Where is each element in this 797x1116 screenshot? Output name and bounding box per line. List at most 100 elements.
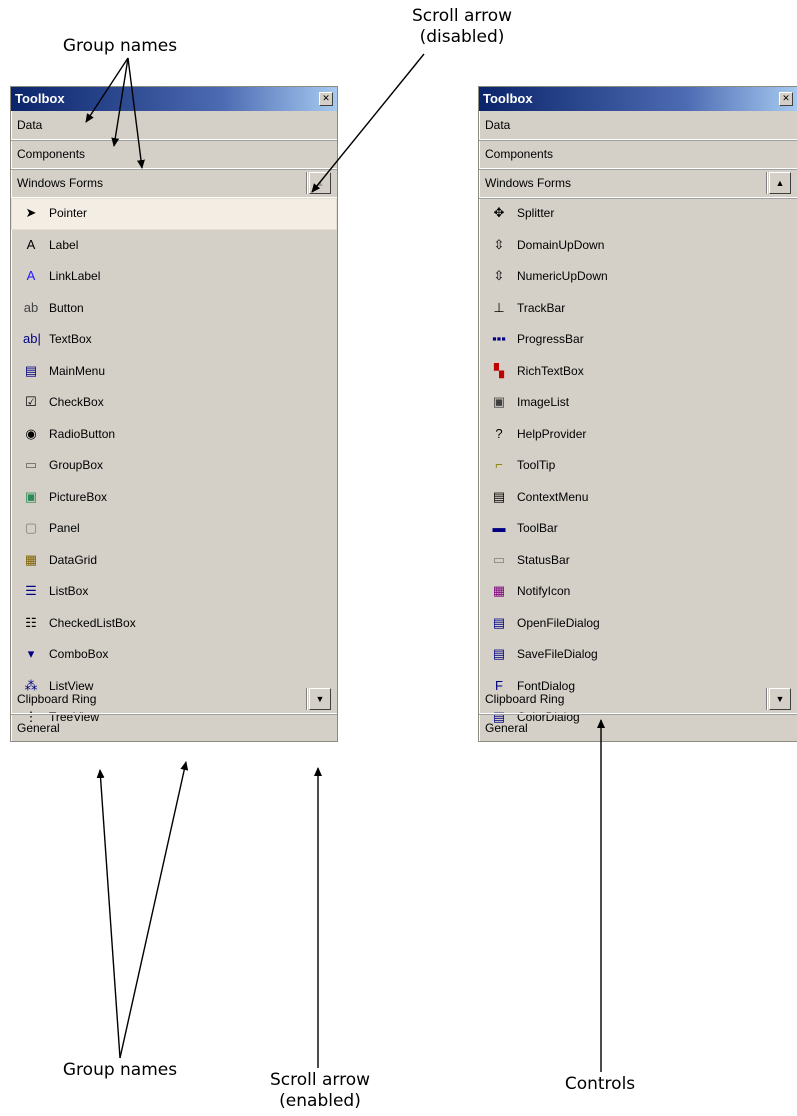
toolbox-item-helpprovider[interactable]: ? HelpProvider — [479, 419, 797, 451]
scroll-up-arrow-icon[interactable]: ▲ — [769, 172, 791, 194]
group-label: Data — [485, 118, 511, 132]
toolbox-item-label: Label — [49, 237, 79, 252]
toolbox-item-label: OpenFileDialog — [517, 615, 600, 630]
label-icon: A — [26, 236, 36, 252]
toolbox-item-pointer[interactable]: ➤ Pointer — [11, 198, 337, 230]
toolbox-item-button[interactable]: ab Button — [11, 293, 337, 325]
tooltip-icon: ⌐ — [495, 457, 503, 472]
scroll-up-arrow-icon: ▲ — [309, 172, 331, 194]
toolbox-item-label: RadioButton — [49, 426, 116, 441]
group-components[interactable]: Components — [11, 140, 337, 169]
toolbox-item-label: ProgressBar — [517, 332, 584, 346]
toolbox-item-toolbar[interactable]: ▬ ToolBar — [479, 513, 797, 545]
toolbox-item-richtextbox[interactable]: ▚ RichTextBox — [479, 356, 797, 388]
toolbox-item-checkbox[interactable]: ☑ CheckBox — [11, 387, 337, 419]
group-label: Clipboard Ring — [485, 692, 565, 706]
close-icon[interactable]: ✕ — [319, 92, 333, 106]
scroll-down-arrow-icon[interactable]: ▼ — [309, 688, 331, 710]
toolbox-item-label: Pointer — [49, 206, 88, 220]
toolbox-item-trackbar[interactable]: ⊥ TrackBar — [479, 293, 797, 325]
group-label: Clipboard Ring — [17, 692, 97, 706]
toolbox-item-label: ListBox — [49, 584, 89, 598]
toolbox-item-contextmenu[interactable]: ▤ ContextMenu — [479, 482, 797, 514]
toolbox-item-label: ContextMenu — [517, 489, 589, 504]
group-windows-forms[interactable]: Windows Forms ▲ — [479, 169, 797, 198]
toolbox-title: Toolbox — [15, 91, 65, 106]
divider — [766, 688, 767, 710]
toolbox-item-picturebox[interactable]: ▣ PictureBox — [11, 482, 337, 514]
toolbox-item-splitter[interactable]: ✥ Splitter — [479, 198, 797, 230]
toolbox-item-datagrid[interactable]: ▦ DataGrid — [11, 545, 337, 577]
toolbox-title-bar[interactable]: Toolbox ✕ — [479, 87, 797, 111]
toolbox-item-tooltip[interactable]: ⌐ ToolTip — [479, 450, 797, 482]
toolbox-item-domainupdown[interactable]: ⇳ DomainUpDown — [479, 230, 797, 262]
group-general[interactable]: General — [479, 714, 797, 741]
panel-icon: ▢ — [24, 520, 38, 535]
richtextbox-icon: ▚ — [494, 362, 504, 378]
toolbox-item-label: LinkLabel — [49, 269, 101, 283]
group-data[interactable]: Data — [479, 111, 797, 140]
group-clipboard-ring[interactable]: Clipboard Ring ▼ — [11, 685, 337, 714]
toolbox-item-imagelist[interactable]: ▣ ImageList — [479, 387, 797, 419]
group-components[interactable]: Components — [479, 140, 797, 169]
group-label: Data — [17, 118, 43, 132]
toolbox-item-label: NumericUpDown — [517, 269, 608, 283]
toolbox-item-checkedlistbox[interactable]: ☷ CheckedListBox — [11, 608, 337, 640]
divider — [306, 688, 307, 710]
toolbox-item-label: ToolTip — [517, 458, 556, 472]
toolbox-item-numericupdown[interactable]: ⇳ NumericUpDown — [479, 261, 797, 293]
scroll-down-arrow-icon[interactable]: ▼ — [769, 688, 791, 710]
toolbox-item-panel[interactable]: ▢ Panel — [11, 513, 337, 545]
statusbar-icon: ▭ — [492, 551, 506, 567]
toolbox-item-label: GroupBox — [49, 458, 104, 472]
progressbar-icon: ▪▪▪ — [492, 331, 506, 346]
textbox-icon: ab| — [23, 331, 41, 346]
group-label: General — [485, 721, 528, 735]
toolbox-title-bar[interactable]: Toolbox ✕ — [11, 87, 337, 111]
imagelist-icon: ▣ — [492, 394, 506, 409]
group-windows-forms[interactable]: Windows Forms ▲ — [11, 169, 337, 198]
helpprovider-icon: ? — [495, 425, 503, 441]
close-icon[interactable]: ✕ — [779, 92, 793, 106]
group-clipboard-ring[interactable]: Clipboard Ring ▼ — [479, 685, 797, 714]
toolbox-item-mainmenu[interactable]: ▤ MainMenu — [11, 356, 337, 388]
group-general[interactable]: General — [11, 714, 337, 741]
scroll-arrow-disabled-callout: Scroll arrow (disabled) — [411, 6, 513, 47]
toolbox-item-label: DomainUpDown — [517, 237, 605, 252]
toolbox-item-radiobutton[interactable]: ◉ RadioButton — [11, 419, 337, 451]
radiobutton-icon: ◉ — [25, 425, 37, 441]
arrow-to-clipboard-group — [119, 761, 189, 1059]
toolbox-item-label: ComboBox — [49, 647, 109, 661]
toolbox-item-savefiledialog[interactable]: ▤ SaveFileDialog — [479, 639, 797, 671]
toolbox-item-label: CheckBox — [49, 395, 104, 409]
group-label: General — [17, 721, 60, 735]
toolbox-item-groupbox[interactable]: ▭ GroupBox — [11, 450, 337, 482]
group-data[interactable]: Data — [11, 111, 337, 140]
toolbox-item-notifyicon[interactable]: ▦ NotifyIcon — [479, 576, 797, 608]
group-names-callout-bottom: Group names — [62, 1060, 178, 1080]
mainmenu-icon: ▤ — [24, 362, 38, 378]
divider — [306, 172, 307, 194]
listbox-icon: ☰ — [25, 583, 37, 598]
toolbox-item-label: PrintDialog — [517, 742, 576, 743]
toolbox-item-textbox[interactable]: ab| TextBox — [11, 324, 337, 356]
toolbox-item-label[interactable]: A Label — [11, 230, 337, 262]
savefiledialog-icon: ▤ — [492, 646, 506, 661]
toolbox-item-label: ImageList — [517, 395, 570, 409]
divider — [766, 172, 767, 194]
group-label: Windows Forms — [17, 176, 104, 190]
contextmenu-icon: ▤ — [492, 488, 506, 504]
toolbox-item-label: TabControl — [49, 742, 107, 743]
control-list: ➤ Pointer A Label A LinkLabel ab Button ab| TextB… — [11, 198, 337, 743]
toolbox-item-listbox[interactable]: ☰ ListBox — [11, 576, 337, 608]
toolbox-item-label: ToolBar — [517, 521, 558, 535]
button-icon: ab — [23, 299, 39, 315]
toolbox-item-progressbar[interactable]: ▪▪▪ ProgressBar — [479, 324, 797, 356]
toolbox-item-label: RichTextBox — [517, 363, 584, 378]
toolbox-item-statusbar[interactable]: ▭ StatusBar — [479, 545, 797, 577]
toolbox-item-linklabel[interactable]: A LinkLabel — [11, 261, 337, 293]
toolbox-item-label: DataGrid — [49, 552, 98, 567]
toolbox-item-openfiledialog[interactable]: ▤ OpenFileDialog — [479, 608, 797, 640]
toolbox-item-label: TrackBar — [517, 300, 566, 315]
toolbox-item-combobox[interactable]: ▾ ComboBox — [11, 639, 337, 671]
